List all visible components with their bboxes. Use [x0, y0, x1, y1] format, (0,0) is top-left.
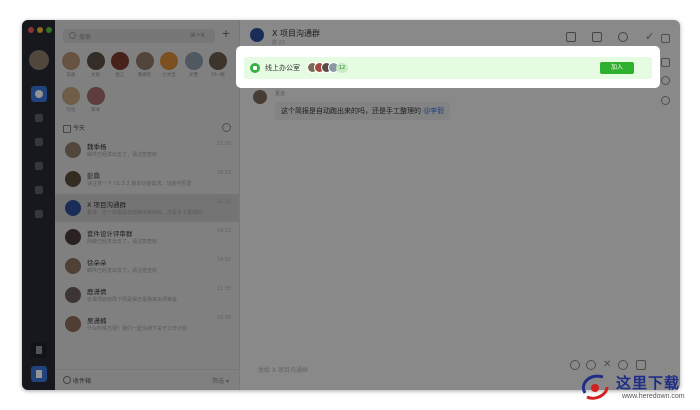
online-office-banner[interactable]: 线上办公室 12 加入: [244, 57, 652, 79]
watermark-url: www.heredown.com: [622, 393, 685, 400]
join-button[interactable]: 加入: [600, 62, 634, 74]
member-count-badge: 12: [336, 63, 348, 73]
site-logo: [582, 374, 609, 400]
watermark-text: 这里下载: [616, 374, 681, 392]
banner-title: 线上办公室: [265, 64, 300, 72]
online-office-icon: [250, 63, 260, 73]
